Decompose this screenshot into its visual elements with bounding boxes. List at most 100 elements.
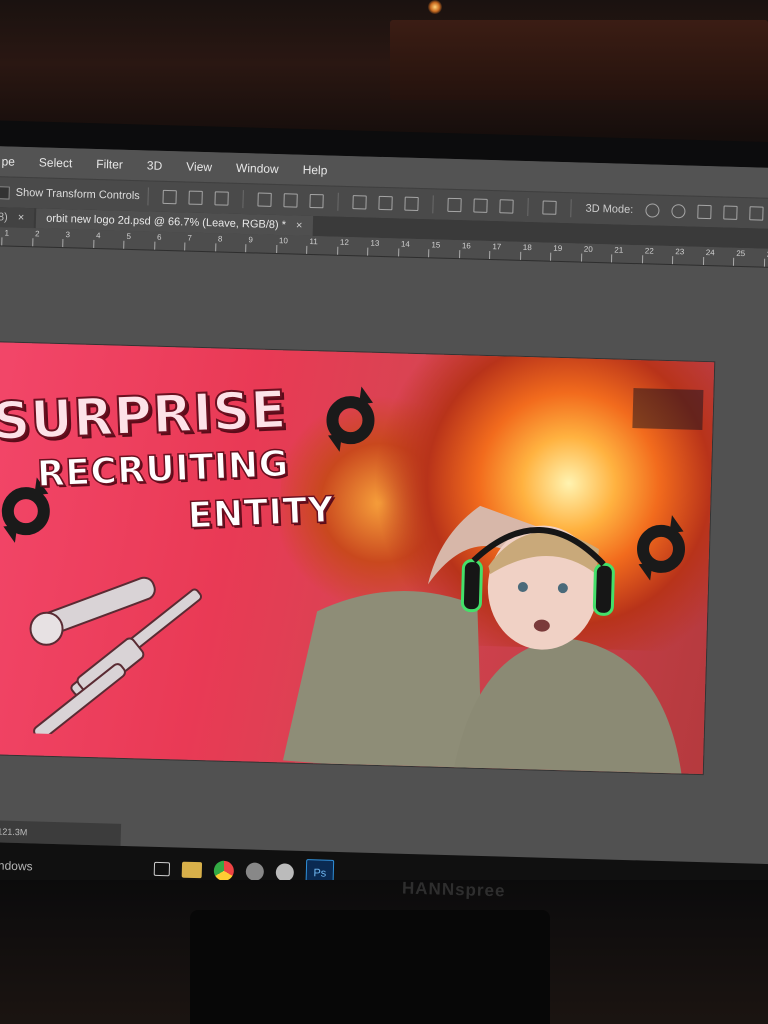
ruler-tick <box>245 244 247 253</box>
align-horizontal-center-icon[interactable] <box>283 193 298 208</box>
ruler-tick <box>428 249 430 258</box>
align-right-icon[interactable] <box>309 193 324 209</box>
divider <box>242 190 244 209</box>
ruler-number: 11 <box>309 236 318 247</box>
headline-recruiting: RECRUITING <box>36 443 291 496</box>
ruler-tick <box>519 251 521 260</box>
orbit-3d-icon[interactable] <box>645 203 660 218</box>
ruler-number: 17 <box>492 242 502 252</box>
chrome-icon[interactable] <box>213 860 235 882</box>
ruler-number: 24 <box>705 248 715 258</box>
ruler-tick <box>275 245 277 254</box>
ruler-number: 8 <box>217 234 223 244</box>
chat-icon[interactable] <box>275 863 295 882</box>
ruler-tick <box>763 258 765 267</box>
ruler-tick <box>31 238 33 247</box>
divider <box>570 199 572 218</box>
ruler-number: 25 <box>736 248 746 259</box>
ruler-number: 4 <box>95 230 101 241</box>
document-canvas[interactable]: SURPRISE RECRUITING ENTITY <box>0 341 715 775</box>
document-status-bar: ,93M/121.3M <box>0 819 122 846</box>
show-transform-label: Show Transform Controls <box>15 186 140 203</box>
doc-size-readout: ,93M/121.3M <box>0 825 28 838</box>
orbit-logo-icon <box>637 515 686 581</box>
roll-3d-icon[interactable] <box>671 204 686 219</box>
pan-3d-icon[interactable] <box>697 204 712 220</box>
ruler-tick <box>336 246 338 255</box>
distribute-center-icon[interactable] <box>378 195 393 211</box>
slide-3d-icon[interactable] <box>723 205 738 220</box>
ruler-number: 3 <box>65 230 71 240</box>
ruler-tick <box>367 247 369 256</box>
ruler-tick <box>214 243 216 252</box>
show-transform-checkbox[interactable] <box>0 185 10 200</box>
ruler-number: 12 <box>339 237 349 248</box>
ruler-tick <box>184 242 186 251</box>
ruler-number: 20 <box>583 244 593 254</box>
ruler-tick <box>671 256 674 265</box>
menu-item-help[interactable]: Help <box>290 162 339 178</box>
ruler-number: 7 <box>187 233 193 243</box>
align-vertical-center-icon[interactable] <box>188 190 203 205</box>
ruler-number: 23 <box>675 247 685 257</box>
ruler-number: 21 <box>614 245 624 255</box>
ruler-tick <box>732 257 735 266</box>
person-photo <box>282 505 683 775</box>
monitor-stand <box>190 910 550 1024</box>
ruler-tick <box>580 253 582 262</box>
ruler-tick <box>702 256 704 265</box>
divider <box>147 187 150 206</box>
task-view-icon[interactable] <box>153 861 171 877</box>
align-left-icon[interactable] <box>257 192 272 207</box>
ruler-tick <box>306 245 308 254</box>
ruler-number: 19 <box>553 243 563 254</box>
close-icon[interactable]: × <box>18 212 25 224</box>
ruler-tick <box>458 250 460 259</box>
distribute-left-icon[interactable] <box>447 197 462 213</box>
divider <box>527 198 529 217</box>
ruler-tick <box>92 239 94 248</box>
menu-item-select[interactable]: Select <box>27 155 85 171</box>
headline-entity: ENTITY <box>186 489 335 538</box>
ruler-tick <box>550 252 552 261</box>
align-bottom-icon[interactable] <box>214 191 229 206</box>
tab-previous-document[interactable]: 8) × <box>0 206 35 229</box>
ruler-tick <box>62 239 64 248</box>
file-explorer-icon[interactable] <box>181 861 203 879</box>
shelf <box>390 20 768 100</box>
menu-item-window[interactable]: Window <box>224 161 291 177</box>
auto-align-icon[interactable] <box>542 200 557 215</box>
3d-mode-label: 3D Mode: <box>585 202 634 216</box>
orbit-logo-icon <box>326 386 375 452</box>
distribute-right-icon[interactable] <box>499 199 514 214</box>
app-icon[interactable] <box>245 862 265 881</box>
distribute-top-icon[interactable] <box>352 195 367 210</box>
ruler-tick <box>610 254 613 263</box>
menu-item-view[interactable]: View <box>174 159 224 174</box>
tab-label: orbit new logo 2d.psd @ 66.7% (Leave, RG… <box>46 212 287 232</box>
distribute-hcenter-icon[interactable] <box>473 198 488 213</box>
ruler-tick <box>489 250 491 260</box>
close-icon[interactable]: × <box>296 220 303 232</box>
game-scoreboard <box>632 388 704 431</box>
camera-3d-icon[interactable] <box>749 206 764 221</box>
menu-item-type[interactable]: pe <box>0 154 27 169</box>
align-top-icon[interactable] <box>162 189 177 205</box>
divider <box>432 195 434 214</box>
ceiling-light <box>428 0 442 14</box>
ruler-number: 9 <box>248 235 254 245</box>
ruler-number: 18 <box>522 242 532 253</box>
ruler-number: 6 <box>156 232 162 242</box>
ruler-number: 14 <box>400 239 410 249</box>
ruler-tick <box>641 255 643 264</box>
ruler-tick <box>153 241 155 250</box>
monitor-screen: pe Select Filter 3D View Window Help Sho… <box>0 146 768 909</box>
monitor-brand-logo: HANNspree <box>401 878 506 901</box>
menu-item-3d[interactable]: 3D <box>135 158 175 173</box>
menu-item-filter[interactable]: Filter <box>84 157 135 172</box>
headline-surprise: SURPRISE <box>0 379 289 453</box>
activate-windows-watermark: d Windows <box>0 858 33 874</box>
distribute-bottom-icon[interactable] <box>404 196 419 211</box>
divider <box>337 192 339 211</box>
sniper-rifle-image <box>29 576 203 740</box>
